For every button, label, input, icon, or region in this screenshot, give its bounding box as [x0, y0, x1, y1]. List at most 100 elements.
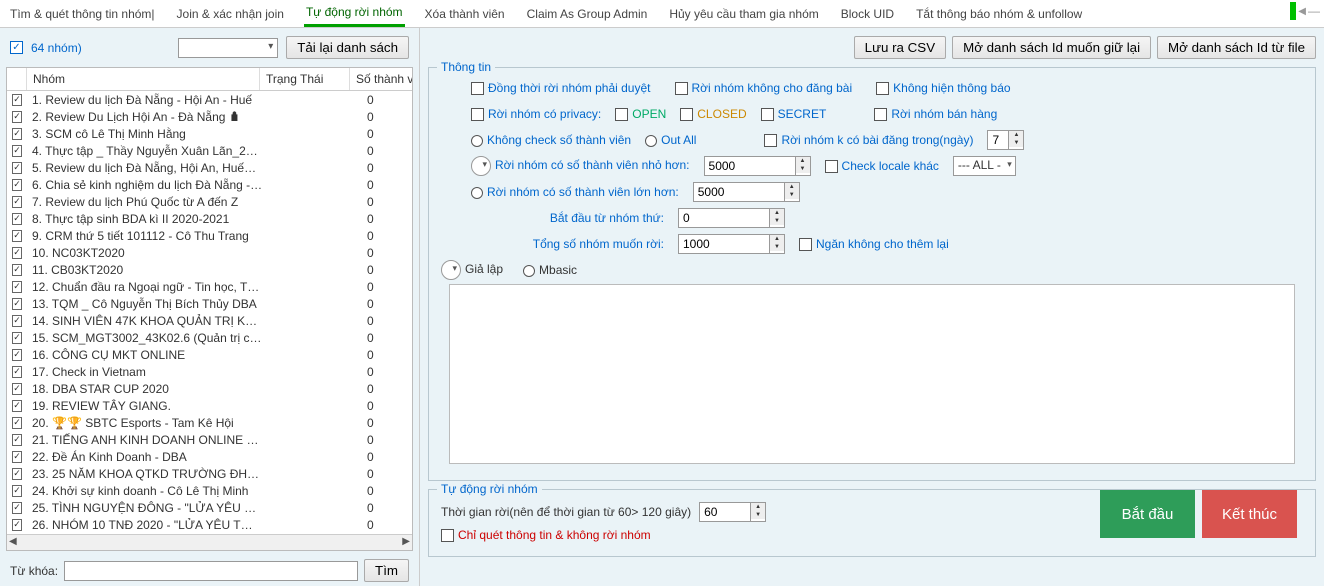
tab-2[interactable]: Tự động rời nhóm — [304, 0, 405, 27]
radio-fake[interactable] — [441, 260, 461, 280]
radio-gt[interactable] — [471, 187, 483, 199]
filter-combo[interactable] — [178, 38, 278, 58]
row-checkbox[interactable] — [12, 485, 22, 497]
table-row[interactable]: 24. Khởi sự kinh doanh - Cô Lê Thị Minh0 — [7, 482, 412, 499]
radio-no-check[interactable] — [471, 135, 483, 147]
chk-secret[interactable] — [761, 108, 774, 121]
table-row[interactable]: 18. DBA STAR CUP 20200 — [7, 380, 412, 397]
lt-spin[interactable]: ▲▼ — [704, 156, 811, 176]
row-checkbox[interactable] — [12, 349, 22, 361]
row-checkbox[interactable] — [12, 230, 22, 242]
row-checkbox[interactable] — [12, 315, 22, 327]
row-checkbox[interactable] — [12, 264, 22, 276]
days-spin[interactable]: ▲▼ — [987, 130, 1024, 150]
radio-mbasic[interactable] — [523, 265, 535, 277]
table-row[interactable]: 10. NC03KT20200 — [7, 244, 412, 261]
table-row[interactable]: 11. CB03KT20200 — [7, 261, 412, 278]
tab-6[interactable]: Block UID — [839, 2, 896, 26]
table-row[interactable]: 15. SCM_MGT3002_43K02.6 (Quản trị c…0 — [7, 329, 412, 346]
row-checkbox[interactable] — [12, 111, 22, 123]
chk-no-more[interactable] — [799, 238, 812, 251]
table-row[interactable]: 22. Đề Án Kinh Doanh - DBA0 — [7, 448, 412, 465]
grid-hscroll[interactable] — [7, 534, 412, 550]
chk-privacy[interactable] — [471, 108, 484, 121]
table-row[interactable]: 13. TQM _ Cô Nguyễn Thị Bích Thủy DBA0 — [7, 295, 412, 312]
chk-locale[interactable] — [825, 160, 838, 173]
chk-no-post[interactable] — [675, 82, 688, 95]
col-members[interactable]: Số thành v — [350, 68, 412, 90]
pin-icon[interactable] — [1290, 2, 1296, 20]
table-row[interactable]: 8. Thực tập sinh BDA kì II 2020-20210 — [7, 210, 412, 227]
tab-3[interactable]: Xóa thành viên — [423, 2, 507, 26]
tab-5[interactable]: Hủy yêu cầu tham gia nhóm — [667, 2, 820, 26]
table-row[interactable]: 12. Chuẩn đầu ra Ngoại ngữ - Tin học, T…… — [7, 278, 412, 295]
row-checkbox[interactable] — [12, 502, 22, 514]
radio-out-all[interactable] — [645, 135, 657, 147]
radio-lt[interactable] — [471, 156, 491, 176]
table-row[interactable]: 4. Thực tập _ Thầy Nguyễn Xuân Lãn_2…0 — [7, 142, 412, 159]
chk-sale[interactable] — [874, 108, 887, 121]
row-checkbox[interactable] — [12, 417, 22, 429]
time-spin[interactable]: ▲▼ — [699, 502, 766, 522]
tab-4[interactable]: Claim As Group Admin — [525, 2, 650, 26]
chk-both-approve[interactable] — [471, 82, 484, 95]
row-checkbox[interactable] — [12, 281, 22, 293]
start-spin[interactable]: ▲▼ — [678, 208, 785, 228]
table-row[interactable]: 1. Review du lịch Đà Nẵng - Hội An - Huế… — [7, 91, 412, 108]
row-checkbox[interactable] — [12, 332, 22, 344]
table-row[interactable]: 7. Review du lịch Phú Quốc từ A đến Z0 — [7, 193, 412, 210]
total-spin[interactable]: ▲▼ — [678, 234, 785, 254]
table-row[interactable]: 23. 25 NĂM KHOA QTKD TRƯỜNG ĐH…0 — [7, 465, 412, 482]
row-checkbox[interactable] — [12, 298, 22, 310]
row-checkbox[interactable] — [12, 468, 22, 480]
chk-no-post-days[interactable] — [764, 134, 777, 147]
row-checkbox[interactable] — [12, 213, 22, 225]
table-row[interactable]: 25. TÌNH NGUYỆN ĐÔNG - "LỬA YÊU …0 — [7, 499, 412, 516]
row-checkbox[interactable] — [12, 179, 22, 191]
stop-button[interactable]: Kết thúc — [1202, 490, 1297, 538]
reload-button[interactable]: Tải lại danh sách — [286, 36, 409, 59]
row-checkbox[interactable] — [12, 128, 22, 140]
table-row[interactable]: 9. CRM thứ 5 tiết 101112 - Cô Thu Trang0 — [7, 227, 412, 244]
start-button[interactable]: Bắt đầu — [1100, 490, 1195, 538]
table-row[interactable]: 20. 🏆🏆 SBTC Esports - Tam Kê Hội0 — [7, 414, 412, 431]
open-from-file-button[interactable]: Mở danh sách Id từ file — [1157, 36, 1316, 59]
table-row[interactable]: 16. CÔNG CỤ MKT ONLINE0 — [7, 346, 412, 363]
table-row[interactable]: 3. SCM cô Lê Thị Minh Hằng0 — [7, 125, 412, 142]
row-checkbox[interactable] — [12, 434, 22, 446]
table-row[interactable]: 14. SINH VIÊN 47K KHOA QUẢN TRỊ K…0 — [7, 312, 412, 329]
chk-closed[interactable] — [680, 108, 693, 121]
row-checkbox[interactable] — [12, 519, 22, 531]
chk-no-notice[interactable] — [876, 82, 889, 95]
row-checkbox[interactable] — [12, 162, 22, 174]
table-row[interactable]: 19. REVIEW TÂY GIANG.0 — [7, 397, 412, 414]
row-checkbox[interactable] — [12, 94, 22, 106]
table-row[interactable]: 5. Review du lịch Đà Nẵng, Hội An, Huế…0 — [7, 159, 412, 176]
row-checkbox[interactable] — [12, 451, 22, 463]
table-row[interactable]: 17. Check in Vietnam0 — [7, 363, 412, 380]
keyword-input[interactable] — [64, 561, 358, 581]
select-all-checkbox[interactable] — [10, 41, 23, 54]
row-checkbox[interactable] — [12, 366, 22, 378]
tab-1[interactable]: Join & xác nhận join — [175, 2, 286, 26]
chk-only-scan[interactable] — [441, 529, 454, 542]
find-button[interactable]: Tìm — [364, 559, 409, 582]
table-row[interactable]: 6. Chia sẻ kinh nghiệm du lịch Đà Nẵng -… — [7, 176, 412, 193]
col-status[interactable]: Trạng Thái — [260, 68, 350, 90]
tab-0[interactable]: Tìm & quét thông tin nhóm| — [8, 2, 157, 26]
row-checkbox[interactable] — [12, 383, 22, 395]
open-keep-list-button[interactable]: Mở danh sách Id muốn giữ lại — [952, 36, 1151, 59]
tab-7[interactable]: Tắt thông báo nhóm & unfollow — [914, 2, 1084, 26]
gt-spin[interactable]: ▲▼ — [693, 182, 800, 202]
table-row[interactable]: 26. NHÓM 10 TNĐ 2020 - "LỬA YÊU T…0 — [7, 516, 412, 533]
tabs-scroll-left-icon[interactable]: ◀ — [1298, 6, 1306, 17]
row-checkbox[interactable] — [12, 400, 22, 412]
tabs-collapse-icon[interactable]: — — [1308, 4, 1320, 18]
export-csv-button[interactable]: Lưu ra CSV — [854, 36, 946, 59]
locale-select[interactable]: --- ALL - — [953, 156, 1016, 176]
table-row[interactable]: 21. TIẾNG ANH KINH DOANH ONLINE …0 — [7, 431, 412, 448]
row-checkbox[interactable] — [12, 145, 22, 157]
col-group[interactable]: Nhóm — [27, 68, 260, 90]
chk-open[interactable] — [615, 108, 628, 121]
table-row[interactable]: 2. Review Du Lịch Hội An - Đà Nẵng0 — [7, 108, 412, 125]
